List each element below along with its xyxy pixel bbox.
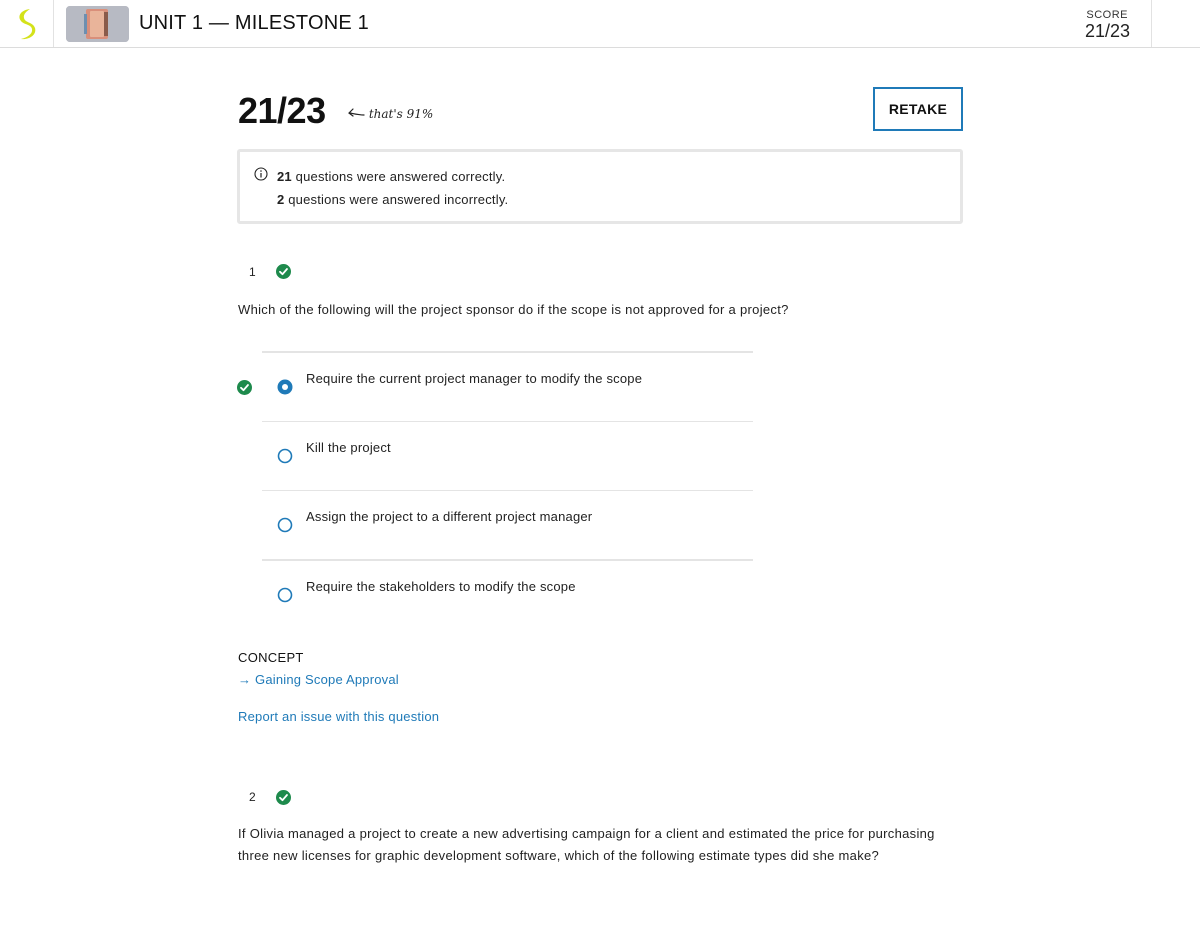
- info-icon: [254, 167, 268, 181]
- option-label: Assign the project to a different projec…: [306, 509, 593, 524]
- option-label: Kill the project: [306, 440, 391, 455]
- answer-option[interactable]: Require the stakeholders to modify the s…: [262, 561, 753, 629]
- score-value: 21/23: [1084, 21, 1130, 41]
- answer-option[interactable]: Assign the project to a different projec…: [262, 491, 753, 559]
- answer-option[interactable]: Require the current project manager to m…: [262, 353, 753, 421]
- question-number: 2: [249, 790, 256, 804]
- concept-link[interactable]: → Gaining Scope Approval: [238, 672, 399, 687]
- sophia-logo-icon: [19, 9, 36, 40]
- results-summary: 21 questions were answered correctly. 2 …: [237, 149, 963, 224]
- incorrect-text: questions were answered incorrectly.: [284, 192, 509, 207]
- logo[interactable]: [0, 0, 54, 47]
- score-label: SCORE: [1086, 9, 1128, 21]
- correct-text: questions were answered correctly.: [291, 169, 506, 184]
- radio-selected-icon[interactable]: [277, 379, 293, 395]
- radio-unselected-icon[interactable]: [277, 517, 293, 533]
- report-issue-link[interactable]: Report an issue with this question: [238, 709, 439, 724]
- incorrect-summary: 2 questions were answered incorrectly.: [277, 192, 508, 207]
- question-text: Which of the following will the project …: [238, 302, 789, 317]
- result-score: 21/23: [238, 90, 326, 131]
- correct-check-icon: [276, 264, 291, 279]
- correct-check-icon: [276, 790, 291, 805]
- question-number: 1: [249, 265, 256, 279]
- percent-note: that's 91%: [347, 107, 433, 121]
- correct-summary: 21 questions were answered correctly.: [277, 169, 505, 184]
- concept-label: CONCEPT: [238, 650, 304, 665]
- answer-option[interactable]: Kill the project: [262, 422, 753, 490]
- unit-thumbnail: [66, 6, 129, 42]
- unit-title: UNIT 1 — MILESTONE 1: [139, 12, 369, 34]
- radio-unselected-icon[interactable]: [277, 587, 293, 603]
- top-bar: UNIT 1 — MILESTONE 1 SCORE 21/23: [0, 0, 1200, 48]
- option-label: Require the stakeholders to modify the s…: [306, 579, 576, 594]
- divider: [1151, 0, 1152, 47]
- option-label: Require the current project manager to m…: [306, 371, 643, 386]
- correct-answer-check-icon: [237, 380, 252, 395]
- percent-note-text: that's 91%: [368, 107, 434, 121]
- question-text: If Olivia managed a project to create a …: [238, 826, 935, 863]
- retake-button[interactable]: RETAKE: [873, 87, 963, 131]
- arrow-left-icon: [348, 108, 365, 117]
- header-score: SCORE 21/23: [1060, 0, 1152, 47]
- radio-unselected-icon[interactable]: [277, 448, 293, 464]
- correct-count: 21: [277, 169, 292, 184]
